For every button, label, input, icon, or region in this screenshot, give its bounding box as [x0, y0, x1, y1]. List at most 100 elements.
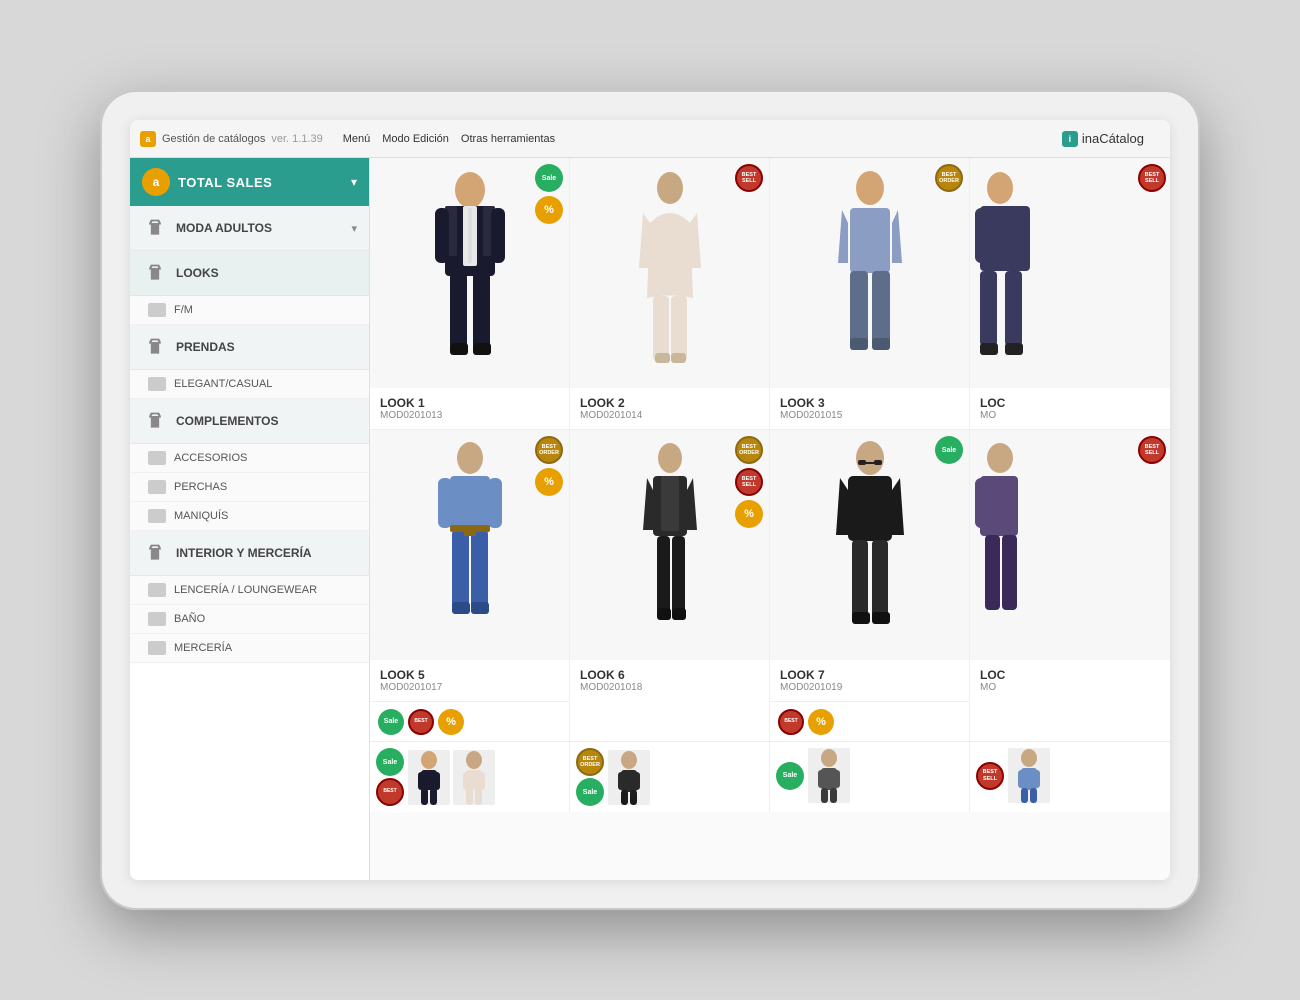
menu-item-menu[interactable]: Menú — [343, 133, 371, 145]
total-sales-chevron: ▾ — [351, 175, 357, 189]
fm-label: F/M — [174, 304, 193, 316]
product-title-look8: LOC — [980, 668, 1160, 682]
product-row-1: Sale % — [370, 158, 1170, 430]
app-title: Gestión de catálogos — [162, 133, 265, 145]
product-card-look11[interactable]: Sale — [770, 742, 970, 812]
badge-bs-look12: BEST SELL — [976, 762, 1004, 790]
product-card-look7[interactable]: Sale — [770, 430, 970, 741]
badge-container-look2: BEST SELL — [735, 164, 763, 192]
product-card-look4[interactable]: BEST SELL — [970, 158, 1170, 429]
menu-item-modo[interactable]: Modo Edición — [382, 133, 449, 145]
sidebar-subsection-elegant[interactable]: ELEGANT/CASUAL — [130, 370, 369, 399]
product-info-look8: LOC MO — [970, 660, 1170, 701]
title-bar: a Gestión de catálogos ver. 1.1.39 Menú … — [130, 120, 1170, 158]
badge-sale-look7: Sale — [935, 436, 963, 464]
sidebar-subsection-fm[interactable]: F/M — [130, 296, 369, 325]
product-info-look2: LOOK 2 MOD0201014 — [570, 388, 769, 429]
product-title-look3: LOOK 3 — [780, 396, 959, 410]
bano-icon — [148, 612, 166, 626]
sidebar-item-total-sales[interactable]: a TOTAL SALES ▾ — [130, 158, 369, 206]
product-info-look7: LOOK 7 MOD0201019 — [770, 660, 969, 701]
badge-bs-look8: BEST SELL — [1138, 436, 1166, 464]
product-title-look2: LOOK 2 — [580, 396, 759, 410]
bottom-badges-look5: Sale BEST % — [370, 701, 569, 741]
badge-bs-look9: BEST — [376, 778, 404, 806]
product-card-look12[interactable]: BEST SELL — [970, 742, 1170, 812]
complementos-label: COMPLEMENTOS — [176, 414, 357, 428]
figure-look4-partial — [970, 168, 1040, 378]
menu-item-otras[interactable]: Otras herramientas — [461, 133, 555, 145]
sidebar-subsection-perchas[interactable]: PERCHAS — [130, 473, 369, 502]
product-info-look5: LOOK 5 MOD0201017 — [370, 660, 569, 701]
badge-sale-bottom-look5: Sale — [378, 709, 404, 735]
product-card-look1[interactable]: Sale % — [370, 158, 570, 429]
thumb-look11-1 — [808, 748, 850, 803]
badge-percent-look5: % — [535, 468, 563, 496]
badge-container-look4: BEST SELL — [1138, 164, 1166, 192]
badge-container-look6: BEST ORDER BEST SELL % — [735, 436, 763, 528]
moda-adultos-label: MODA ADULTOS — [176, 221, 343, 235]
lenceria-icon — [148, 583, 166, 597]
product-info-look3: LOOK 3 MOD0201015 — [770, 388, 969, 429]
badge-container-look8: BEST SELL — [1138, 436, 1166, 464]
sidebar-item-complementos[interactable]: COMPLEMENTOS — [130, 399, 369, 444]
app-version: ver. 1.1.39 — [271, 133, 322, 145]
badge-sale-look9: Sale — [376, 748, 404, 776]
product-code-look5: MOD0201017 — [380, 682, 559, 693]
product-card-look8[interactable]: BEST SELL LOC MO — [970, 430, 1170, 741]
badge-container-look3: BEST ORDER — [935, 164, 963, 192]
product-card-look2[interactable]: BEST SELL — [570, 158, 770, 429]
maniquis-label: MANIQUÍS — [174, 510, 228, 522]
badge-container-look1: Sale % — [535, 164, 563, 224]
accesorios-icon — [148, 451, 166, 465]
brand-area: i inaCátalog — [1062, 131, 1160, 147]
sidebar-subsection-merceria[interactable]: MERCERÍA — [130, 634, 369, 663]
product-title-look7: LOOK 7 — [780, 668, 959, 682]
merceria-label: MERCERÍA — [174, 642, 232, 654]
figure-look8-partial — [970, 440, 1040, 650]
product-code-look3: MOD0201015 — [780, 410, 959, 421]
bano-label: BAÑO — [174, 613, 205, 625]
badge-sale-look11: Sale — [776, 762, 804, 790]
sidebar-subsection-accesorios[interactable]: ACCESORIOS — [130, 444, 369, 473]
product-card-look6[interactable]: BEST ORDER BEST SELL % — [570, 430, 770, 741]
figure-look1 — [415, 168, 525, 378]
brand-icon: i — [1062, 131, 1078, 147]
figure-look3 — [820, 168, 920, 378]
product-card-look5[interactable]: BEST ORDER % — [370, 430, 570, 741]
sidebar-item-looks[interactable]: LOOKS — [130, 251, 369, 296]
app-logo: a Gestión de catálogos ver. 1.1.39 — [140, 131, 323, 147]
fm-icon — [148, 303, 166, 317]
figure-look6 — [625, 440, 715, 650]
accesorios-label: ACCESORIOS — [174, 452, 247, 464]
lenceria-label: LENCERÍA / LOUNGEWEAR — [174, 584, 317, 596]
content-area[interactable]: Sale % — [370, 158, 1170, 880]
product-code-look2: MOD0201014 — [580, 410, 759, 421]
complementos-icon — [142, 408, 168, 434]
product-info-look1: LOOK 1 MOD0201013 — [370, 388, 569, 429]
sidebar-subsection-bano[interactable]: BAÑO — [130, 605, 369, 634]
elegant-icon — [148, 377, 166, 391]
figure-look2 — [625, 168, 715, 378]
product-title-look6: LOOK 6 — [580, 668, 759, 682]
sidebar-item-moda-adultos[interactable]: MODA ADULTOS ▾ — [130, 206, 369, 251]
total-sales-icon: a — [142, 168, 170, 196]
looks-icon — [142, 260, 168, 286]
sidebar-item-prendas[interactable]: PRENDAS — [130, 325, 369, 370]
badge-sale-look10: Sale — [576, 778, 604, 806]
figure-look7 — [820, 440, 920, 650]
sidebar-item-interior[interactable]: INTERIOR Y MERCERÍA — [130, 531, 369, 576]
product-card-look9[interactable]: Sale BEST — [370, 742, 570, 812]
elegant-label: ELEGANT/CASUAL — [174, 378, 272, 390]
sidebar-subsection-maniquis[interactable]: MANIQUÍS — [130, 502, 369, 531]
badge-gold-look5: BEST ORDER — [535, 436, 563, 464]
product-card-look10[interactable]: BEST ORDER Sale — [570, 742, 770, 812]
badge-bestseller-look4: BEST SELL — [1138, 164, 1166, 192]
product-card-look3[interactable]: BEST ORDER — [770, 158, 970, 429]
tablet-frame: a Gestión de catálogos ver. 1.1.39 Menú … — [100, 90, 1200, 910]
sidebar-subsection-lenceria[interactable]: LENCERÍA / LOUNGEWEAR — [130, 576, 369, 605]
product-title-look5: LOOK 5 — [380, 668, 559, 682]
menu-bar[interactable]: Menú Modo Edición Otras herramientas — [343, 133, 555, 145]
product-title-look1: LOOK 1 — [380, 396, 559, 410]
badge-container-look5: BEST ORDER % — [535, 436, 563, 496]
